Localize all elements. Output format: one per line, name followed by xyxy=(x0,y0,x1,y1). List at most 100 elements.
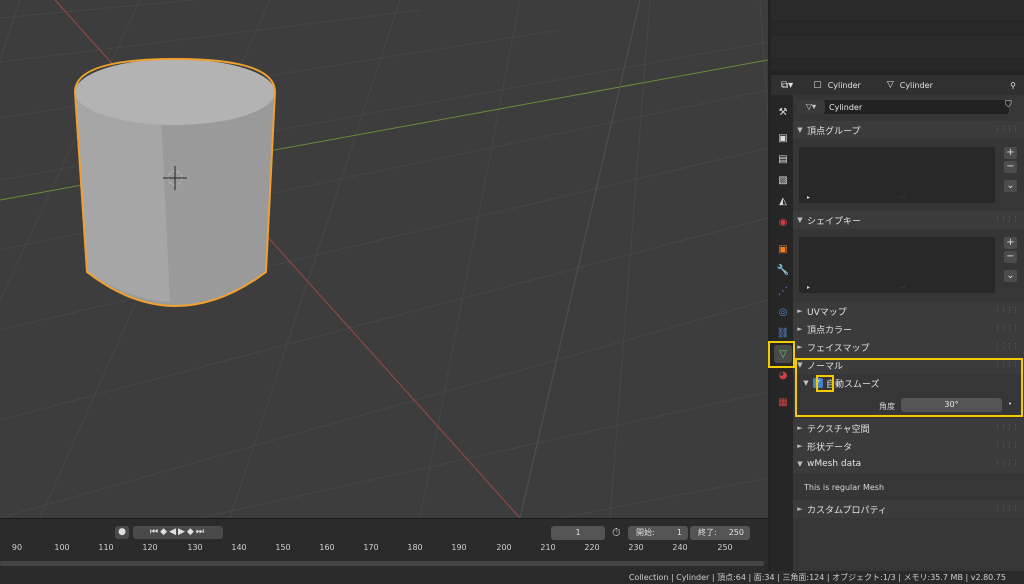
expand-icon[interactable]: ▸ xyxy=(807,284,810,291)
panel-vertex-colors[interactable]: ► 頂点カラー ⋮⋮⋮⋮ xyxy=(793,320,1024,338)
physics-icon[interactable]: ◎ xyxy=(774,303,792,321)
collapsed-icon: ► xyxy=(797,424,803,432)
grip-icon[interactable]: ⋮⋮⋮⋮ xyxy=(994,459,1019,467)
ruler-tick: 170 xyxy=(363,543,379,552)
panel-normals[interactable]: ▼ ノーマル ⋮⋮⋮⋮ xyxy=(793,356,1024,374)
mesh-data-tab-icon[interactable]: ▽ xyxy=(774,345,792,363)
vertex-groups-list[interactable]: ▸ ⋯ xyxy=(799,147,995,203)
collapsed-icon: ► xyxy=(797,325,803,333)
output-icon[interactable]: ▤ xyxy=(774,150,792,168)
panel-uv-maps[interactable]: ► UVマップ ⋮⋮⋮⋮ xyxy=(793,302,1024,320)
grip-icon[interactable]: ⋮⋮⋮⋮ xyxy=(994,306,1019,314)
particles-icon[interactable]: ⋰ xyxy=(774,282,792,300)
remove-button[interactable]: − xyxy=(1004,251,1017,263)
panel-texture-space[interactable]: ► テクスチャ空間 ⋮⋮⋮⋮ xyxy=(793,419,1024,437)
panel-wmesh-data[interactable]: ▼ wMesh data ⋮⋮⋮⋮ xyxy=(793,455,1024,473)
specials-chevron-icon[interactable]: ⌄ xyxy=(1004,180,1017,192)
scene-icon[interactable]: ◭ xyxy=(774,192,792,210)
grip-icon[interactable]: ⋯ xyxy=(899,284,905,291)
texture-icon[interactable]: ▦ xyxy=(774,393,792,411)
fake-user-shield-icon[interactable]: ⛉ xyxy=(1005,100,1012,110)
view-layer-icon[interactable]: ▧ xyxy=(774,171,792,189)
ruler-tick: 250 xyxy=(717,543,733,552)
grip-icon[interactable]: ⋮⋮⋮⋮ xyxy=(994,342,1019,350)
subpanel-auto-smooth[interactable]: ▼ ✓ 自動スムーズ xyxy=(793,374,1024,392)
start-value: 1 xyxy=(676,528,682,537)
ruler-tick: 210 xyxy=(540,543,556,552)
status-bar: Collection | Cylinder | 頂点:64 | 面:34 | 三… xyxy=(0,571,1024,584)
timeline[interactable]: ● ⏮◆◀▶◆⏭ 1 ⏱ 開始: 1 終了: 250 90 100 110 12… xyxy=(0,518,768,571)
angle-label: 角度 xyxy=(879,402,895,411)
keyframe-dot-icon[interactable]: • xyxy=(1008,400,1012,408)
expand-icon[interactable]: ▸ xyxy=(807,194,810,201)
render-icon[interactable]: ▣ xyxy=(774,129,792,147)
panel-title: テクスチャ空間 xyxy=(807,424,870,435)
stopwatch-icon[interactable]: ⏱ xyxy=(612,526,621,540)
expand-icon: ▼ xyxy=(803,379,809,387)
grip-icon[interactable]: ⋯ xyxy=(899,194,905,201)
panel-title: 頂点カラー xyxy=(807,325,853,336)
panel-face-maps[interactable]: ► フェイスマップ ⋮⋮⋮⋮ xyxy=(793,338,1024,356)
timeline-scrollbar[interactable] xyxy=(0,561,764,566)
specials-chevron-icon[interactable]: ⌄ xyxy=(1004,270,1017,282)
collapsed-icon: ► xyxy=(797,343,803,351)
mesh-browse-icon[interactable]: ▽▾ xyxy=(797,100,825,114)
grip-icon[interactable]: ⋮⋮⋮⋮ xyxy=(994,125,1019,133)
3d-viewport[interactable] xyxy=(0,0,768,518)
object-name[interactable]: Cylinder xyxy=(828,81,861,90)
viewport-canvas xyxy=(0,0,768,518)
panel-vertex-groups[interactable]: ▼ 頂点グループ ⋮⋮⋮⋮ xyxy=(793,121,1024,139)
object-icon: ▢ xyxy=(813,80,822,90)
outliner-row[interactable] xyxy=(771,0,1024,19)
start-frame-field[interactable]: 開始: 1 xyxy=(628,526,688,540)
outliner-row[interactable] xyxy=(771,19,1024,38)
mesh-name-field[interactable]: ▽▾ Cylinder xyxy=(797,100,1009,114)
material-icon[interactable]: ◕ xyxy=(774,366,792,384)
current-frame-field[interactable]: 1 xyxy=(551,526,605,540)
grip-icon[interactable]: ⋮⋮⋮⋮ xyxy=(994,423,1019,431)
angle-field[interactable]: 30° xyxy=(901,398,1002,412)
panel-title: シェイプキー xyxy=(807,216,862,227)
outliner-row[interactable] xyxy=(771,38,1024,57)
playback-buttons[interactable]: ⏮◆◀▶◆⏭ xyxy=(133,526,223,539)
ruler-tick: 180 xyxy=(407,543,423,552)
panel-title: 頂点グループ xyxy=(807,126,861,137)
panel-shape-data[interactable]: ► 形状データ ⋮⋮⋮⋮ xyxy=(793,437,1024,455)
panel-custom-properties[interactable]: ► カスタムプロパティ ⋮⋮⋮⋮ xyxy=(793,500,1024,518)
constraints-icon[interactable]: ⛓ xyxy=(774,324,792,342)
remove-button[interactable]: − xyxy=(1004,161,1017,173)
editor-type-icon[interactable]: ⧉▾ xyxy=(781,80,793,91)
frame-ruler[interactable]: 90 100 110 120 130 140 150 160 170 180 1… xyxy=(0,541,768,557)
expand-icon: ▼ xyxy=(797,126,803,134)
add-button[interactable]: + xyxy=(1004,237,1017,249)
record-button[interactable]: ● xyxy=(115,526,129,539)
panel-title: UVマップ xyxy=(807,307,847,318)
panel-shape-keys[interactable]: ▼ シェイプキー ⋮⋮⋮⋮ xyxy=(793,211,1024,229)
grip-icon[interactable]: ⋮⋮⋮⋮ xyxy=(994,324,1019,332)
ruler-tick: 140 xyxy=(231,543,247,552)
panel-title: フェイスマップ xyxy=(807,343,870,354)
panel-title: ノーマル xyxy=(807,361,844,372)
ruler-tick: 200 xyxy=(496,543,512,552)
end-frame-field[interactable]: 終了: 250 xyxy=(690,526,750,540)
ruler-tick: 100 xyxy=(54,543,70,552)
outliner[interactable] xyxy=(771,0,1024,70)
grip-icon[interactable]: ⋮⋮⋮⋮ xyxy=(994,215,1019,223)
grip-icon[interactable]: ⋮⋮⋮⋮ xyxy=(994,504,1019,512)
data-name[interactable]: Cylinder xyxy=(900,81,933,90)
end-value: 250 xyxy=(728,528,744,537)
mesh-name: Cylinder xyxy=(829,102,863,112)
tool-icon[interactable]: ⚒ xyxy=(774,103,792,121)
shape-keys-list[interactable]: ▸ ⋯ xyxy=(799,237,995,293)
auto-smooth-checkbox[interactable]: ✓ xyxy=(813,378,823,388)
add-button[interactable]: + xyxy=(1004,147,1017,159)
ruler-tick: 240 xyxy=(672,543,688,552)
grip-icon[interactable]: ⋮⋮⋮⋮ xyxy=(994,441,1019,449)
ruler-tick: 130 xyxy=(187,543,203,552)
grip-icon[interactable]: ⋮⋮⋮⋮ xyxy=(994,360,1019,368)
properties-panel: ▽▾ Cylinder ⛉ ▼ 頂点グループ ⋮⋮⋮⋮ ▸ ⋯ + − ⌄ ▼ … xyxy=(793,95,1024,571)
object-tab-icon[interactable]: ▣ xyxy=(774,240,792,258)
world-icon[interactable]: ◉ xyxy=(774,213,792,231)
modifier-icon[interactable]: 🔧 xyxy=(774,261,792,279)
pin-icon[interactable]: ⚲ xyxy=(1010,81,1016,90)
